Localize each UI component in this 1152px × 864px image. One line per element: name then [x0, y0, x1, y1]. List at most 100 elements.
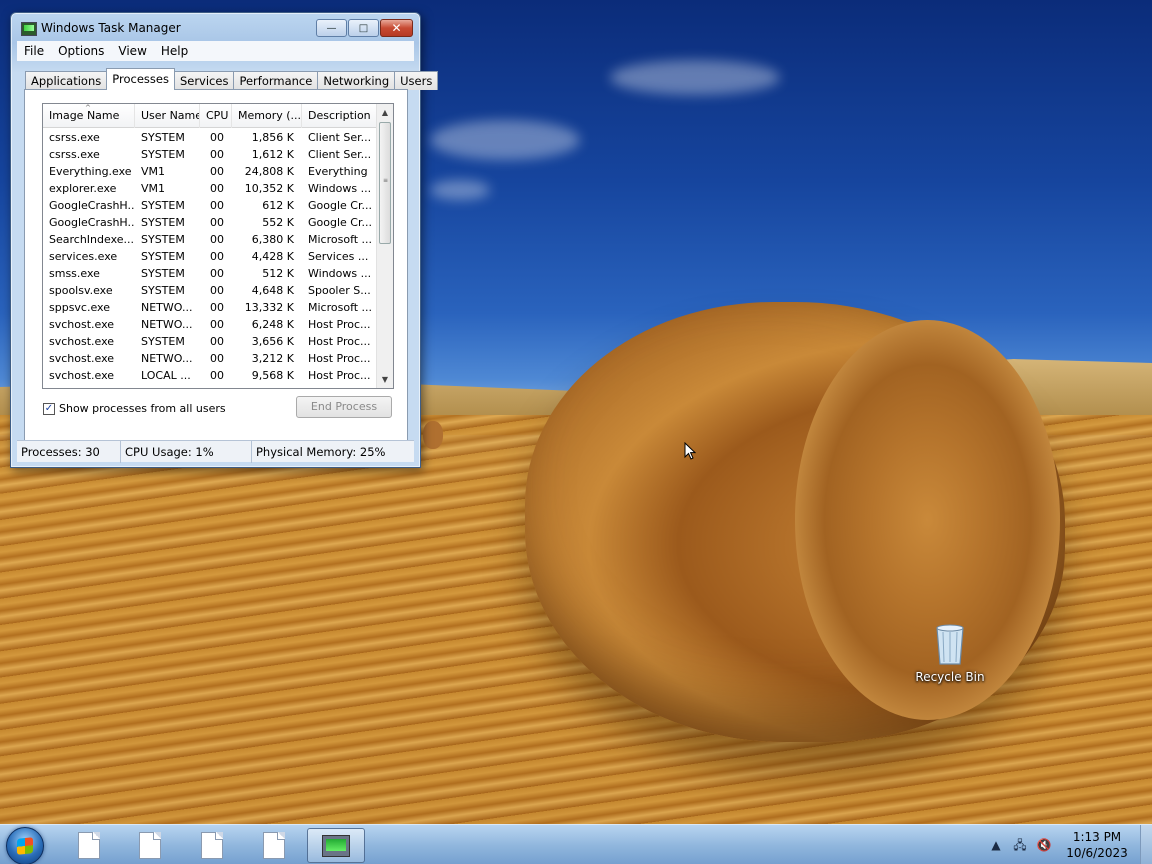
taskbar-item-document[interactable]: [245, 828, 303, 863]
table-row[interactable]: Everything.exe VM1 00 24,808 K Everything: [43, 163, 377, 180]
table-row[interactable]: GoogleCrashH... SYSTEM 00 612 K Google Cr...: [43, 197, 377, 214]
title-bar[interactable]: Windows Task Manager — □ ✕: [11, 13, 420, 43]
cell-cpu: 00: [210, 131, 224, 144]
taskbar-item-task-manager[interactable]: [307, 828, 365, 863]
show-desktop-button[interactable]: [1140, 825, 1152, 864]
cell-cpu: 00: [210, 335, 224, 348]
document-icon: [201, 832, 223, 859]
clock-time: 1:13 PM: [1072, 830, 1122, 844]
cell-description: Microsoft ...: [308, 233, 373, 246]
minimize-button[interactable]: —: [316, 19, 347, 37]
processes-panel: ^ Image Name User Name CPU Memory (... D…: [24, 89, 408, 445]
menu-file[interactable]: File: [17, 44, 51, 58]
column-image-name[interactable]: ^ Image Name: [43, 104, 135, 128]
table-row[interactable]: GoogleCrashH... SYSTEM 00 552 K Google Cr...: [43, 214, 377, 231]
tab-networking[interactable]: Networking: [317, 71, 396, 90]
cell-user-name: SYSTEM: [141, 216, 185, 229]
table-row[interactable]: csrss.exe SYSTEM 00 1,856 K Client Ser...: [43, 129, 377, 146]
table-row[interactable]: services.exe SYSTEM 00 4,428 K Services ...: [43, 248, 377, 265]
cell-user-name: NETWO...: [141, 301, 193, 314]
cell-user-name: LOCAL ...: [141, 369, 191, 382]
vertical-scrollbar[interactable]: ▲ ≡ ▼: [376, 104, 393, 388]
scroll-thumb[interactable]: ≡: [379, 122, 391, 244]
cell-image-name: spoolsv.exe: [49, 284, 113, 297]
cloud: [430, 120, 580, 160]
tab-applications[interactable]: Applications: [25, 71, 108, 90]
cell-user-name: SYSTEM: [141, 267, 185, 280]
cell-description: Client Ser...: [308, 148, 372, 161]
cell-user-name: SYSTEM: [141, 131, 185, 144]
cell-description: Everything: [308, 165, 368, 178]
table-row[interactable]: smss.exe SYSTEM 00 512 K Windows ...: [43, 265, 377, 282]
scroll-up-arrow-icon[interactable]: ▲: [377, 104, 393, 121]
show-all-users-checkbox[interactable]: ✓: [43, 402, 55, 415]
cell-cpu: 00: [210, 267, 224, 280]
cell-cpu: 00: [210, 301, 224, 314]
table-row[interactable]: svchost.exe LOCAL ... 00 9,568 K Host Proc..…: [43, 367, 377, 384]
table-row[interactable]: explorer.exe VM1 00 10,352 K Windows ...: [43, 180, 377, 197]
show-all-users-option[interactable]: ✓ Show processes from all users: [43, 402, 226, 415]
table-row[interactable]: svchost.exe NETWO... 00 3,212 K Host Proc...: [43, 350, 377, 367]
list-header: ^ Image Name User Name CPU Memory (... D…: [43, 104, 377, 128]
window-title: Windows Task Manager: [41, 21, 181, 35]
close-button[interactable]: ✕: [380, 19, 413, 37]
process-rows: csrss.exe SYSTEM 00 1,856 K Client Ser... csr…: [43, 129, 377, 384]
recycle-bin-label: Recycle Bin: [915, 670, 985, 684]
cloud: [610, 60, 780, 95]
cell-memory: 3,656 K: [251, 335, 294, 348]
cell-memory: 4,648 K: [251, 284, 294, 297]
cell-cpu: 00: [210, 199, 224, 212]
table-row[interactable]: spoolsv.exe SYSTEM 00 4,648 K Spooler S...: [43, 282, 377, 299]
table-row[interactable]: svchost.exe SYSTEM 00 3,656 K Host Proc...: [43, 333, 377, 350]
end-process-button[interactable]: End Process: [296, 396, 392, 418]
column-cpu[interactable]: CPU: [200, 104, 232, 128]
tab-processes[interactable]: Processes: [106, 68, 175, 90]
cell-description: Host Proc...: [308, 318, 371, 331]
show-all-users-label: Show processes from all users: [59, 402, 226, 415]
table-row[interactable]: svchost.exe NETWO... 00 6,248 K Host Proc...: [43, 316, 377, 333]
column-user-name[interactable]: User Name: [135, 104, 200, 128]
taskbar-item-document[interactable]: [121, 828, 179, 863]
tab-users[interactable]: Users: [394, 71, 439, 90]
process-list[interactable]: ^ Image Name User Name CPU Memory (... D…: [42, 103, 394, 389]
cell-memory: 1,856 K: [251, 131, 294, 144]
cell-image-name: csrss.exe: [49, 148, 100, 161]
clock[interactable]: 1:13 PM 10/6/2023: [1062, 829, 1132, 861]
cell-memory: 10,352 K: [244, 182, 294, 195]
cell-user-name: SYSTEM: [141, 233, 185, 246]
start-button[interactable]: [6, 827, 44, 864]
show-hidden-icons-icon[interactable]: ▲: [988, 837, 1004, 853]
table-row[interactable]: sppsvc.exe NETWO... 00 13,332 K Microsoft ..…: [43, 299, 377, 316]
tab-strip: Applications Processes Services Performa…: [25, 68, 439, 90]
volume-muted-icon[interactable]: 🔇: [1036, 837, 1052, 853]
cell-memory: 24,808 K: [244, 165, 294, 178]
sort-ascending-icon: ^: [85, 104, 91, 112]
maximize-button[interactable]: □: [348, 19, 379, 37]
cell-description: Windows ...: [308, 182, 372, 195]
cell-user-name: SYSTEM: [141, 335, 185, 348]
cell-image-name: csrss.exe: [49, 131, 100, 144]
cell-user-name: SYSTEM: [141, 148, 185, 161]
taskbar-item-document[interactable]: [60, 828, 118, 863]
tab-services[interactable]: Services: [173, 71, 235, 90]
task-manager-window[interactable]: Windows Task Manager — □ ✕ File Options …: [10, 12, 439, 468]
task-manager-icon: [21, 22, 37, 36]
menu-help[interactable]: Help: [154, 44, 195, 58]
network-icon[interactable]: 🖧: [1012, 837, 1028, 853]
cell-memory: 9,568 K: [251, 369, 294, 382]
tab-performance[interactable]: Performance: [233, 71, 319, 90]
menu-view[interactable]: View: [111, 44, 153, 58]
menu-bar: File Options View Help: [17, 41, 414, 61]
system-tray: ▲ 🖧 🔇 1:13 PM 10/6/2023: [980, 825, 1132, 864]
scroll-down-arrow-icon[interactable]: ▼: [377, 371, 393, 388]
cell-cpu: 00: [210, 352, 224, 365]
table-row[interactable]: SearchIndexe... SYSTEM 00 6,380 K Microsoft …: [43, 231, 377, 248]
menu-options[interactable]: Options: [51, 44, 111, 58]
recycle-bin-shortcut[interactable]: Recycle Bin: [912, 622, 988, 684]
column-description[interactable]: Description: [302, 104, 377, 128]
cell-image-name: svchost.exe: [49, 369, 115, 382]
cell-image-name: GoogleCrashH...: [49, 216, 135, 229]
taskbar-item-document[interactable]: [183, 828, 241, 863]
table-row[interactable]: csrss.exe SYSTEM 00 1,612 K Client Ser...: [43, 146, 377, 163]
column-memory[interactable]: Memory (...: [232, 104, 302, 128]
